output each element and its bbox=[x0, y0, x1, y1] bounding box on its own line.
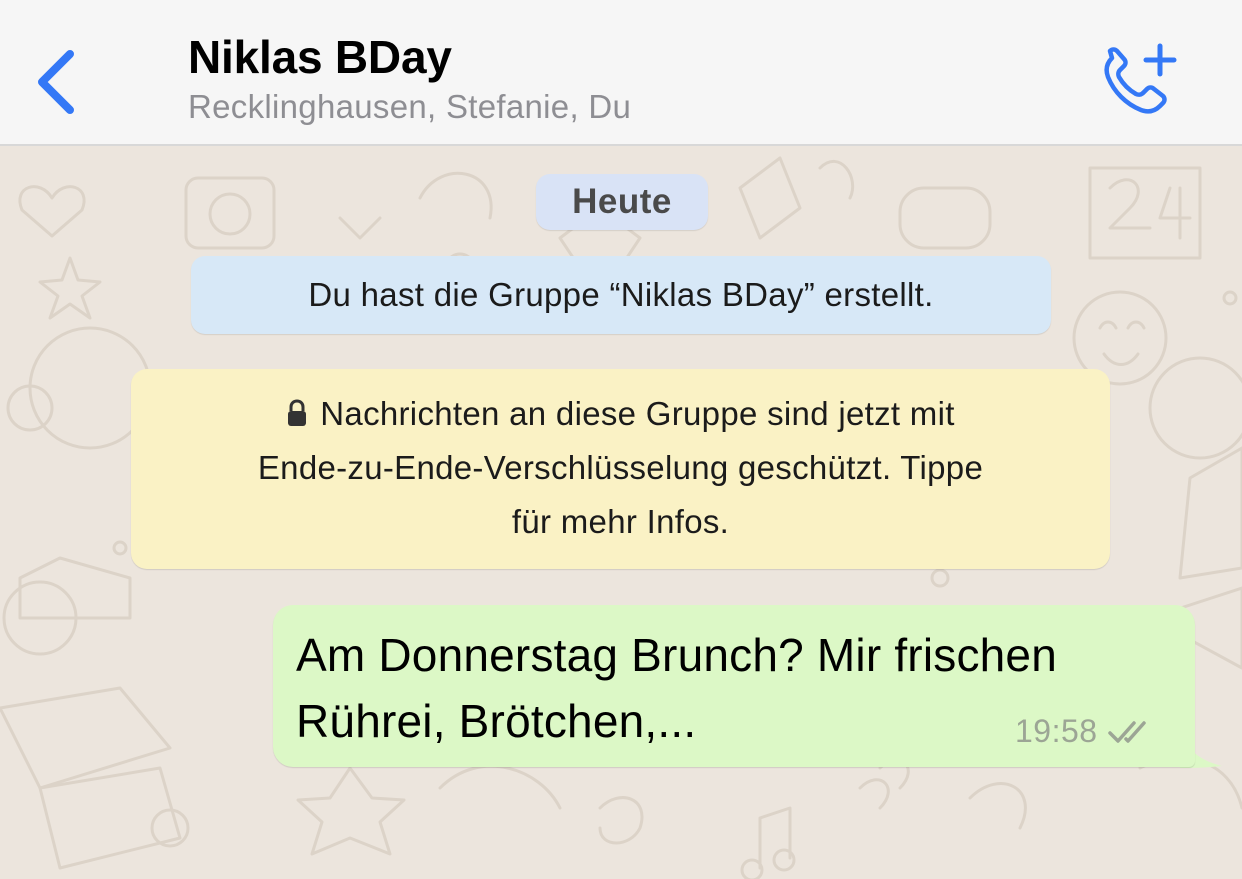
lock-icon bbox=[288, 399, 307, 426]
outgoing-message-bubble[interactable]: Am Donnerstag Brunch? Mir frischen Rühre… bbox=[273, 605, 1195, 767]
encryption-notice-text-1: Nachrichten an diese Gruppe sind jetzt m… bbox=[320, 395, 955, 432]
encryption-notice-text-3: für mehr Infos. bbox=[511, 503, 730, 540]
encryption-notice-text-2: Ende-zu-Ende-Verschlüsselung geschützt. … bbox=[257, 449, 984, 486]
system-message: Du hast die Gruppe “Niklas BDay” erstell… bbox=[191, 256, 1051, 334]
encryption-notice-line: Nachrichten an diese Gruppe sind jetzt m… bbox=[161, 387, 1080, 441]
chat-title[interactable]: Niklas BDay bbox=[188, 30, 452, 84]
back-button[interactable] bbox=[30, 44, 86, 120]
date-separator: Heute bbox=[536, 174, 708, 230]
message-time: 19:58 bbox=[1015, 713, 1098, 749]
phone-add-icon bbox=[1104, 43, 1177, 114]
add-call-button[interactable] bbox=[1096, 40, 1186, 120]
encryption-notice[interactable]: Nachrichten an diese Gruppe sind jetzt m… bbox=[131, 369, 1110, 569]
message-meta: 19:58 bbox=[1015, 713, 1154, 750]
chat-participants[interactable]: Recklinghausen, Stefanie, Du bbox=[188, 88, 631, 126]
chat-header: Niklas BDay Recklinghausen, Stefanie, Du bbox=[0, 0, 1242, 146]
chat-area[interactable]: Heute Du hast die Gruppe “Niklas BDay” e… bbox=[0, 148, 1242, 879]
double-check-icon bbox=[1107, 720, 1146, 743]
message-text-line-1: Am Donnerstag Brunch? Mir frischen bbox=[296, 629, 1057, 681]
chevron-left-icon bbox=[38, 50, 74, 114]
